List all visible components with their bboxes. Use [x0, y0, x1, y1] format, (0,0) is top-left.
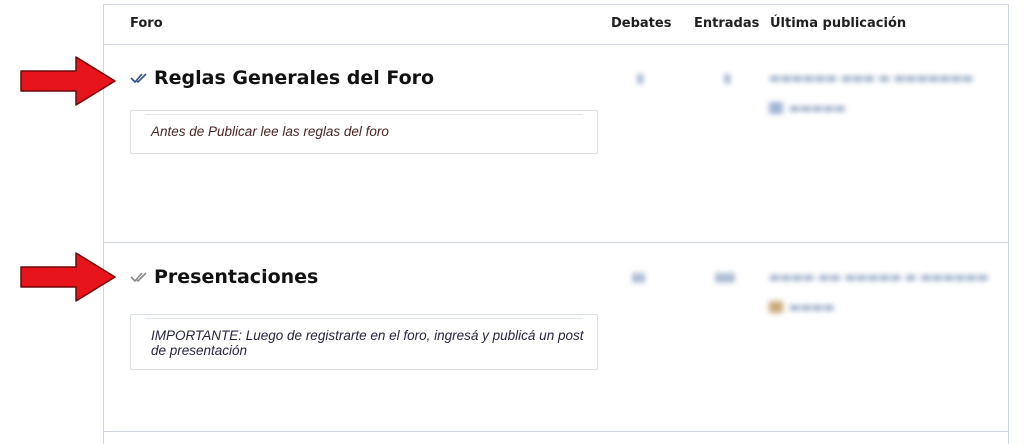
forum-table: Foro Debates Entradas Última publicación… — [103, 4, 1009, 444]
header-debates: Debates — [611, 16, 672, 31]
debates-count-blurred: ▮▮ — [632, 270, 646, 284]
last-post-link-blurred[interactable]: ▬▬▬▬ ▬▬ ▬▬▬▬▬ ▬ ▬▬▬▬▬▬ — [769, 270, 988, 284]
entradas-count-blurred: ▮▮▮ — [715, 270, 735, 284]
forum-row: Reglas Generales del Foro Antes de Publi… — [104, 45, 1008, 243]
table-header: Foro Debates Entradas Última publicación — [104, 5, 1008, 45]
forum-title-link[interactable]: Presentaciones — [130, 266, 318, 288]
red-arrow-annotation — [20, 56, 116, 106]
forum-row: Presentaciones IMPORTANTE: Luego de regi… — [104, 244, 1008, 432]
avatar — [769, 102, 783, 114]
forum-description: IMPORTANTE: Luego de registrarte en el f… — [130, 314, 598, 370]
forum-description: Antes de Publicar lee las reglas del for… — [130, 110, 598, 154]
double-check-icon — [130, 73, 147, 84]
header-foro: Foro — [130, 16, 163, 31]
forum-title[interactable]: Reglas Generales del Foro — [154, 67, 434, 89]
header-ultima-publicacion: Última publicación — [770, 16, 907, 31]
forum-title[interactable]: Presentaciones — [154, 266, 318, 288]
last-post-user-blurred[interactable]: ▬▬▬▬ — [769, 300, 834, 314]
last-post-link-blurred[interactable]: ▬▬▬▬▬▬ ▬▬▬ ▬ ▬▬▬▬▬▬▬ — [769, 71, 973, 85]
forum-title-link[interactable]: Reglas Generales del Foro — [130, 67, 434, 89]
header-entradas: Entradas — [694, 16, 760, 31]
forum-description-text: IMPORTANTE: Luego de registrarte en el f… — [151, 328, 584, 358]
double-check-icon — [130, 272, 147, 283]
forum-description-text: Antes de Publicar lee las reglas del for… — [151, 124, 389, 139]
last-post-user-blurred[interactable]: ▬▬▬▬▬ — [769, 101, 846, 115]
entradas-count-blurred: ▮ — [724, 71, 731, 85]
debates-count-blurred: ▮ — [637, 71, 644, 85]
avatar — [769, 301, 783, 313]
red-arrow-annotation — [20, 252, 116, 302]
